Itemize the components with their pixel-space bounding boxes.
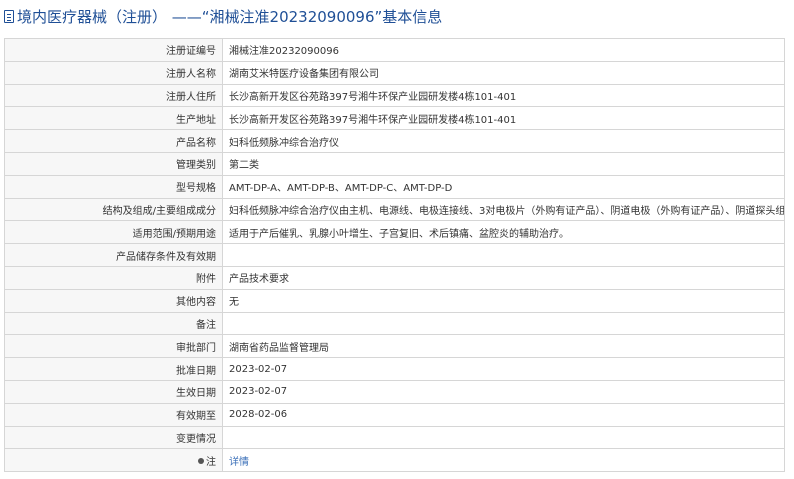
- row-value: 长沙高新开发区谷苑路397号湘牛环保产业园研发楼4栋101-401: [222, 83, 785, 108]
- row-value: 详情: [222, 448, 785, 473]
- row-label: 产品名称: [4, 129, 223, 153]
- table-row: 有效期至 2028-02-06: [4, 402, 785, 427]
- row-value: AMT-DP-A、AMT-DP-B、AMT-DP-C、AMT-DP-D: [222, 174, 785, 199]
- table-row: 注册人住所 长沙高新开发区谷苑路397号湘牛环保产业园研发楼4栋101-401: [4, 83, 785, 108]
- row-value: 2023-02-07: [222, 357, 785, 381]
- row-value: 长沙高新开发区谷苑路397号湘牛环保产业园研发楼4栋101-401: [222, 106, 785, 131]
- pin-icon: [198, 457, 204, 464]
- row-value: 湖南省药品监督管理局: [222, 334, 785, 359]
- row-value: 产品技术要求: [222, 265, 785, 290]
- row-label: 批准日期: [4, 357, 223, 381]
- table-row: 备注: [4, 311, 785, 336]
- table-row: 产品名称 妇科低频脉冲综合治疗仪: [4, 129, 785, 153]
- table-row: 产品储存条件及有效期: [4, 243, 785, 267]
- table-row: 其他内容无: [4, 288, 785, 313]
- row-label: 注: [4, 448, 223, 473]
- table-row: 结构及组成/主要组成成分 妇科低频脉冲综合治疗仪由主机、电源线、电极连接线、3对电…: [4, 197, 785, 222]
- document-icon: [4, 9, 14, 23]
- table-row-note: 注 详情: [4, 448, 785, 473]
- row-value: 妇科低频脉冲综合治疗仪: [222, 129, 785, 153]
- row-value: 妇科低频脉冲综合治疗仪由主机、电源线、电极连接线、3对电极片（外购有证产品）、阴…: [222, 197, 785, 222]
- table-row: 型号规格 AMT-DP-A、AMT-DP-B、AMT-DP-C、AMT-DP-D: [4, 174, 785, 199]
- row-value: [222, 425, 785, 450]
- note-label: 注: [206, 456, 216, 468]
- row-label: 管理类别: [4, 151, 223, 176]
- page-title: 境内医疗器械（注册） ——“湘械注准20232090096”基本信息: [17, 7, 443, 26]
- row-value: 湖南艾米特医疗设备集团有限公司: [222, 60, 785, 85]
- row-label: 审批部门: [4, 334, 223, 359]
- table-row: 注册证编号 湘械注准20232090096: [4, 38, 785, 62]
- row-label: 结构及组成/主要组成成分: [4, 197, 223, 222]
- row-label: 适用范围/预期用途: [4, 220, 223, 245]
- table-row: 生效日期 2023-02-07: [4, 379, 785, 404]
- row-value: 适用于产后催乳、乳腺小叶增生、子宫复旧、术后镇痛、盆腔炎的辅助治疗。: [222, 220, 785, 245]
- table-row: 适用范围/预期用途 适用于产后催乳、乳腺小叶增生、子宫复旧、术后镇痛、盆腔炎的辅助…: [4, 220, 785, 245]
- row-label: 有效期至: [4, 402, 223, 427]
- row-value: [222, 311, 785, 336]
- info-table: 注册证编号 湘械注准20232090096 注册人名称 湖南艾米特医疗设备集团有限公司…: [4, 38, 785, 473]
- row-label: 生效日期: [4, 379, 223, 404]
- row-label: 备注: [4, 311, 223, 336]
- table-row: 附件 产品技术要求: [4, 265, 785, 290]
- table-row: 生产地址 长沙高新开发区谷苑路397号湘牛环保产业园研发楼4栋101-401: [4, 106, 785, 131]
- row-label: 注册人住所: [4, 83, 223, 108]
- row-label: 生产地址: [4, 106, 223, 131]
- info-table-wrapper: 注册证编号 湘械注准20232090096 注册人名称 湖南艾米特医疗设备集团有限公司…: [4, 38, 785, 473]
- table-row: 变更情况: [4, 425, 785, 450]
- row-label: 注册证编号: [4, 38, 223, 62]
- table-row: 管理类别 第二类: [4, 151, 785, 176]
- row-value: 第二类: [222, 151, 785, 176]
- page-header: 境内医疗器械（注册） ——“湘械注准20232090096”基本信息: [0, 0, 794, 32]
- table-row: 审批部门 湖南省药品监督管理局: [4, 334, 785, 359]
- row-label: 型号规格: [4, 174, 223, 199]
- row-label: 变更情况: [4, 425, 223, 450]
- details-link[interactable]: 详情: [229, 457, 249, 468]
- row-value: 2028-02-06: [222, 402, 785, 427]
- info-table-body: 注册证编号 湘械注准20232090096 注册人名称 湖南艾米特医疗设备集团有限公司…: [4, 38, 785, 450]
- row-value: 无: [222, 288, 785, 313]
- row-label: 注册人名称: [4, 60, 223, 85]
- row-value: 湘械注准20232090096: [222, 38, 785, 62]
- table-row: 批准日期 2023-02-07: [4, 357, 785, 381]
- row-label: 产品储存条件及有效期: [4, 243, 223, 267]
- table-row: 注册人名称 湖南艾米特医疗设备集团有限公司: [4, 60, 785, 85]
- row-value: [222, 243, 785, 267]
- row-label: 其他内容: [4, 288, 223, 313]
- note-section: 注 详情: [4, 448, 785, 473]
- row-label: 附件: [4, 265, 223, 290]
- row-value: 2023-02-07: [222, 379, 785, 404]
